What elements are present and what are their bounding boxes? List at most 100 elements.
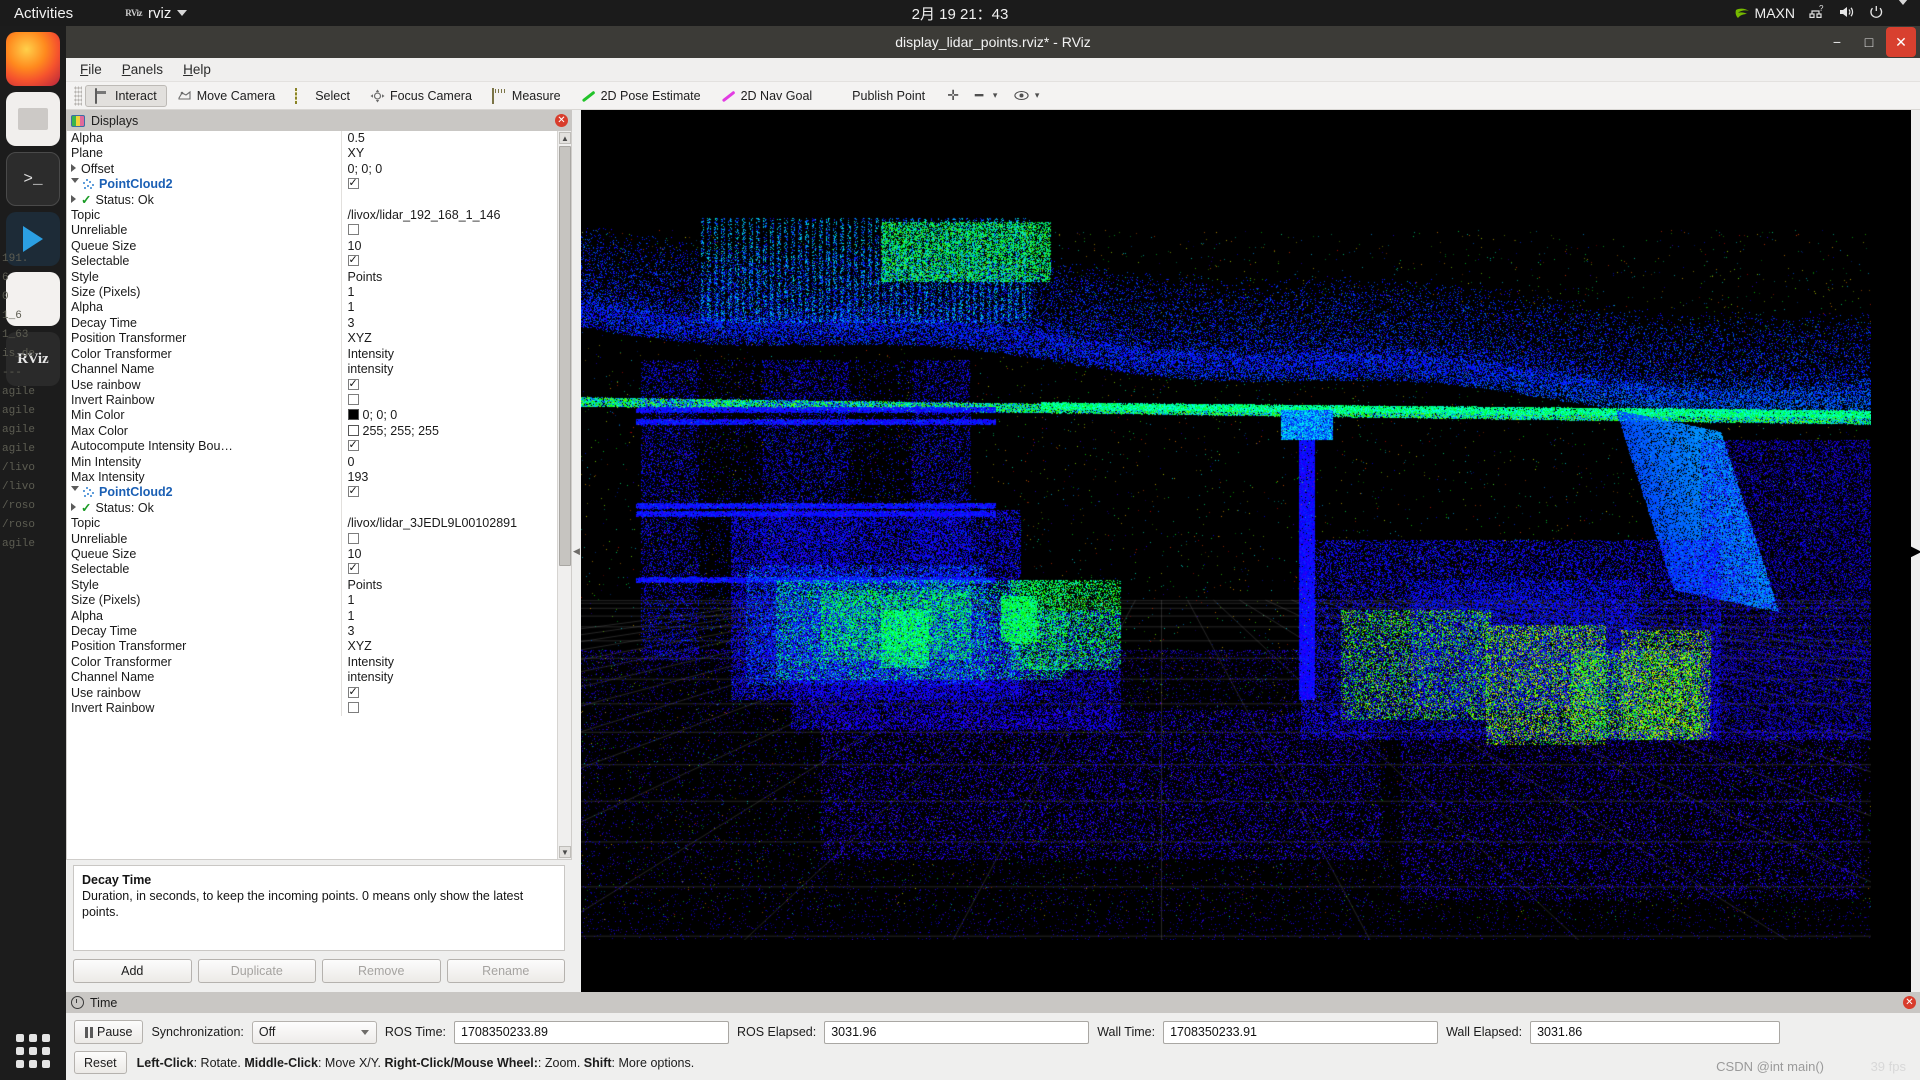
tool-pose-estimate[interactable]: 2D Pose Estimate <box>571 85 711 107</box>
property-row[interactable]: Use rainbow <box>67 377 571 393</box>
tool-focus-camera[interactable]: Focus Camera <box>360 85 482 107</box>
property-row[interactable]: Alpha 0.5 <box>67 131 571 147</box>
scroll-down-arrow-icon[interactable]: ▼ <box>559 846 571 858</box>
property-row[interactable]: ✓ Status: Ok <box>67 500 571 517</box>
property-row[interactable]: Invert Rainbow <box>67 701 571 717</box>
property-row[interactable]: Min Intensity 0 <box>67 454 571 470</box>
property-scrollbar[interactable]: ▲ ▼ <box>557 131 571 859</box>
dock-item-rviz[interactable]: RViz <box>6 332 60 386</box>
property-row[interactable]: Decay Time 3 <box>67 315 571 332</box>
property-row[interactable]: Channel Name intensity <box>67 362 571 378</box>
expander-icon[interactable] <box>71 163 76 172</box>
property-row[interactable]: Channel Name intensity <box>67 670 571 686</box>
expander-icon[interactable] <box>71 194 76 203</box>
dock-item-files[interactable] <box>6 92 60 146</box>
render-view-3d[interactable] <box>581 110 1911 992</box>
property-row[interactable]: Alpha 1 <box>67 608 571 624</box>
sync-select[interactable]: Off <box>251 1020 377 1044</box>
checkbox-checked[interactable] <box>347 378 359 392</box>
property-row[interactable]: Decay Time 3 <box>67 624 571 640</box>
property-row[interactable]: Offset 0; 0; 0 <box>67 161 571 178</box>
eye-tool-icon[interactable] <box>1013 88 1029 104</box>
property-row[interactable]: Invert Rainbow <box>67 392 571 409</box>
remove-tool-icon[interactable]: ━ <box>971 87 987 104</box>
add-button[interactable]: Add <box>73 959 192 983</box>
property-row[interactable]: Selectable <box>67 254 571 270</box>
property-row[interactable]: Queue Size 10 <box>67 238 571 255</box>
property-row[interactable]: Topic/livox/lidar_192_168_1_146 <box>67 208 571 224</box>
property-row[interactable]: PointCloud2 <box>67 485 571 501</box>
pause-button[interactable]: Pause <box>74 1020 144 1044</box>
dock-item-help[interactable] <box>6 272 60 326</box>
property-row[interactable]: Size (Pixels) 1 <box>67 593 571 609</box>
add-tool-icon[interactable]: ✛ <box>945 87 961 104</box>
dock-item-terminal[interactable]: >_ <box>6 152 60 206</box>
property-row[interactable]: Autocompute Intensity Bou… <box>67 439 571 455</box>
show-applications-icon[interactable] <box>16 1034 50 1068</box>
property-row[interactable]: Use rainbow <box>67 685 571 702</box>
property-row[interactable]: Alpha 1 <box>67 300 571 316</box>
app-menu[interactable]: RViz rviz <box>125 5 188 22</box>
property-row[interactable]: Max Color 255; 255; 255 <box>67 423 571 440</box>
clock[interactable]: 2月 19 21：43 <box>912 3 1009 24</box>
property-row[interactable]: Position Transformer XYZ <box>67 331 571 347</box>
property-row[interactable]: Queue Size 10 <box>67 546 571 563</box>
menu-panels[interactable]: Panels <box>122 62 163 77</box>
checkbox-checked[interactable] <box>347 439 359 454</box>
tool-publish-point[interactable]: Publish Point <box>822 85 935 107</box>
expander-icon[interactable] <box>71 178 79 187</box>
expander-icon[interactable] <box>71 486 79 495</box>
property-row[interactable]: Style Points <box>67 577 571 594</box>
rename-button[interactable]: Rename <box>446 959 565 983</box>
color-swatch[interactable] <box>347 409 359 421</box>
close-button[interactable]: ✕ <box>1886 27 1916 57</box>
remove-button[interactable]: Remove <box>322 959 441 983</box>
property-row[interactable]: Unreliable <box>67 223 571 239</box>
eye-tool-chevron-icon[interactable]: ▾ <box>1029 88 1045 104</box>
checkbox-checked[interactable] <box>347 254 359 269</box>
checkbox-checked[interactable] <box>347 485 359 500</box>
ros-elapsed-field[interactable]: 3031.96 <box>824 1020 1090 1044</box>
minimize-button[interactable]: − <box>1822 27 1852 57</box>
panel-splitter-left[interactable]: ◀ <box>572 110 581 992</box>
checkbox-checked[interactable] <box>347 562 359 577</box>
toolbar-grip[interactable] <box>74 85 82 106</box>
checkbox-unchecked[interactable] <box>347 393 359 405</box>
nvidia-power-mode[interactable]: MAXN <box>1734 5 1795 21</box>
point-cloud-canvas[interactable] <box>581 110 1871 940</box>
property-row[interactable]: Selectable <box>67 562 571 578</box>
tray-chevron-down-icon[interactable] <box>1898 0 1908 22</box>
property-row[interactable]: Unreliable <box>67 531 571 547</box>
maximize-button[interactable]: □ <box>1854 27 1884 57</box>
network-icon[interactable]: ? <box>1809 4 1825 22</box>
checkbox-unchecked[interactable] <box>347 702 359 714</box>
scroll-up-arrow-icon[interactable]: ▲ <box>559 132 571 144</box>
property-row[interactable]: ✓ Status: Ok <box>67 192 571 209</box>
menu-help[interactable]: Help <box>183 62 211 77</box>
power-icon[interactable] <box>1869 5 1884 22</box>
close-icon[interactable]: ✕ <box>555 114 568 127</box>
expander-icon[interactable] <box>71 502 76 511</box>
checkbox-checked[interactable] <box>347 686 359 700</box>
volume-icon[interactable] <box>1839 5 1855 22</box>
property-row[interactable]: Max Intensity 193 <box>67 469 571 486</box>
remove-tool-chevron-icon[interactable]: ▾ <box>987 88 1003 104</box>
dock-item-firefox[interactable] <box>6 32 60 86</box>
property-row[interactable]: Min Color 0; 0; 0 <box>67 408 571 424</box>
wall-time-field[interactable]: 1708350233.91 <box>1163 1020 1439 1044</box>
activities-button[interactable]: Activities <box>14 5 73 22</box>
property-row[interactable]: Color Transformer Intensity <box>67 654 571 671</box>
wall-elapsed-field[interactable]: 3031.86 <box>1530 1020 1781 1044</box>
property-tree[interactable]: Alpha 0.5 Plane XY Offset 0; 0; 0 PointCloud2 ✓… <box>66 131 572 860</box>
panel-splitter-right[interactable]: ▶ <box>1909 110 1920 992</box>
checkbox-checked[interactable] <box>347 177 359 192</box>
reset-button[interactable]: Reset <box>74 1051 127 1074</box>
property-row[interactable]: Position Transformer XYZ <box>67 639 571 655</box>
tool-nav-goal[interactable]: 2D Nav Goal <box>711 85 823 107</box>
tool-move-camera[interactable]: Move Camera <box>167 85 286 107</box>
scrollbar-thumb[interactable] <box>559 146 571 566</box>
menu-file[interactable]: File <box>80 62 102 77</box>
property-row[interactable]: Topic/livox/lidar_3JEDL9L00102891 <box>67 516 571 532</box>
checkbox-unchecked[interactable] <box>347 532 359 544</box>
property-row[interactable]: Color Transformer Intensity <box>67 346 571 363</box>
